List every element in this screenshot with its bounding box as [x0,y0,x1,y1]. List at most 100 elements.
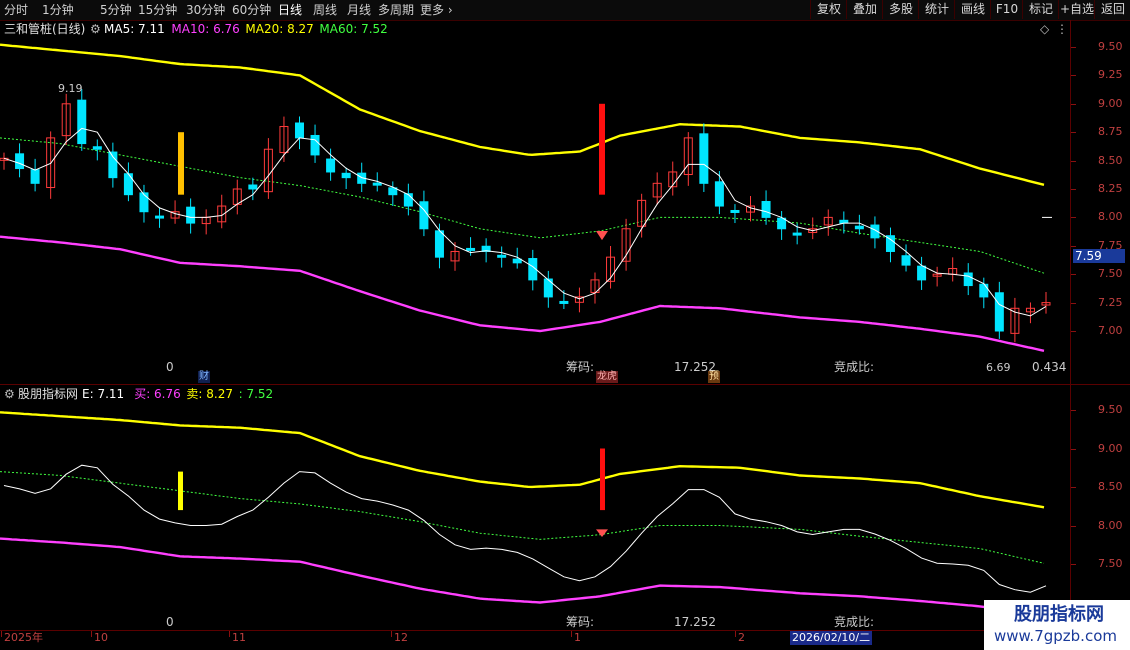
candle-body [248,184,258,190]
price-tick-mark [1071,245,1076,247]
axis-divider [1070,20,1071,630]
candle-body [92,146,102,150]
price-tick: 8.50 [1098,153,1123,167]
main-auction-value: 0.434 [1032,360,1067,374]
candle-body [777,217,787,230]
cursor-date: 2026/02/10/二 [790,631,873,645]
watermark-logo: 股朋指标网 www.7gpzb.com [984,600,1130,650]
timeframe-6[interactable]: 日线 [278,2,302,18]
candle-body [792,232,802,236]
timeframe-7[interactable]: 周线 [313,2,337,18]
main-auction-label: 竞成比: [834,360,875,374]
toolbar-button-0[interactable]: 复权 [810,0,847,19]
toolbar-button-6[interactable]: 标记 [1022,0,1059,19]
price-tick-mark [1071,132,1076,134]
candle-body [979,283,989,298]
candle-body [77,99,87,145]
toolbar-button-1[interactable]: 叠加 [846,0,883,19]
finance-tag[interactable]: 财 [198,371,210,383]
date-tick [91,631,92,637]
candle-body [139,192,149,213]
indicator-chart[interactable] [0,400,1070,630]
sub-price-tick: 9.50 [1098,403,1123,416]
toolbar-button-5[interactable]: F10 [990,0,1023,19]
longhu-tag[interactable]: 龙虎 [596,371,618,383]
high-price-label: 9.19 [58,82,83,95]
sub-price-tick-mark [1071,448,1076,450]
sub-chip-value: 17.252 [674,615,716,629]
timeframe-4[interactable]: 30分钟 [186,2,225,18]
candle-body [714,181,724,207]
timeframe-5[interactable]: 60分钟 [232,2,271,18]
candle-body [699,133,709,184]
price-tick: 7.00 [1098,324,1123,337]
candle-body [30,169,40,184]
sub-price-tick: 8.00 [1098,518,1123,532]
toolbar-button-4[interactable]: 画线 [954,0,991,19]
price-tick-mark [1071,331,1076,332]
indicator-label-2: 卖: 8.27 [186,387,233,401]
ma10-line [0,235,1045,352]
timeframe-3[interactable]: 15分钟 [138,2,177,18]
toolbar-button-8[interactable]: 返回 [1094,0,1130,19]
current-price-badge: 7.59 [1073,249,1125,263]
sub-chip-label: 筹码: [566,615,595,629]
watermark-url: www.7gpzb.com [994,627,1117,645]
toolbar-button-3[interactable]: 统计 [918,0,955,19]
price-tick-mark [1071,47,1076,48]
price-tick-mark [1071,217,1076,219]
sub-price-tick: 7.50 [1098,557,1123,570]
timeframe-10[interactable]: 更多 › [420,2,453,18]
candle-body [559,300,569,304]
price-tick: 7.50 [1098,267,1123,281]
sell-line [0,411,1045,509]
date-label-0: 2025年 [4,631,43,644]
candlestick-chart[interactable] [0,34,1070,386]
signal-red [600,448,605,511]
indicator-label-0: E: 7.11 [82,387,125,401]
toolbar-button-7[interactable]: +自选 [1058,0,1095,19]
low-price-label: 6.69 [986,361,1011,374]
timeframe-9[interactable]: 多周期 [378,2,414,18]
price-tick-mark [1071,103,1076,105]
candle-body [994,292,1004,332]
price-tick: 7.25 [1098,295,1123,309]
period-toolbar: 分时 1分钟 5分钟 15分钟 30分钟 60分钟 日线 周线 月线 多周期 更多 › 复权 叠加 多股… [0,0,1130,21]
ma20-line [0,43,1045,186]
candle-body [15,153,25,170]
candle-body [372,182,382,186]
limit-marker-red [599,103,605,195]
date-tick [571,631,572,637]
timeframe-0[interactable]: 分时 [4,2,28,18]
price-tick-mark [1071,75,1076,77]
toolbar-button-2[interactable]: 多股 [882,0,919,19]
indicator-label-3: : 7.52 [238,387,274,401]
candle-body [917,265,927,281]
sub-price-tick-mark [1071,525,1076,527]
candle-body [186,206,196,224]
e-line [3,464,1047,593]
gem-icon [596,231,608,241]
candle-body [466,247,476,251]
signal-yellow [178,471,183,511]
sub-zero-label: 0 [166,615,174,629]
candle-body [512,258,522,264]
sub-price-tick: 8.50 [1098,480,1123,493]
candle-body [901,255,911,266]
buy-line [0,537,1045,618]
date-label-1: 10 [94,631,108,644]
candle-body [434,230,444,258]
forecast-tag[interactable]: 预 [708,371,720,383]
timeframe-1[interactable]: 1分钟 [42,2,74,18]
sub-settings-icon[interactable]: ⚙ [4,387,15,401]
indicator-label-1: 买: 6.76 [134,387,181,401]
price-tick-mark [1071,160,1076,162]
main-zero-label: 0 [166,360,174,374]
indicator-title: 股朋指标网 [18,387,79,401]
candle-body [730,209,740,213]
price-tick: 8.75 [1098,125,1123,139]
timeframe-8[interactable]: 月线 [347,2,371,18]
sub-price-tick-mark [1071,487,1076,488]
timeframe-2[interactable]: 5分钟 [100,2,132,18]
sub-price-tick-mark [1071,564,1076,565]
